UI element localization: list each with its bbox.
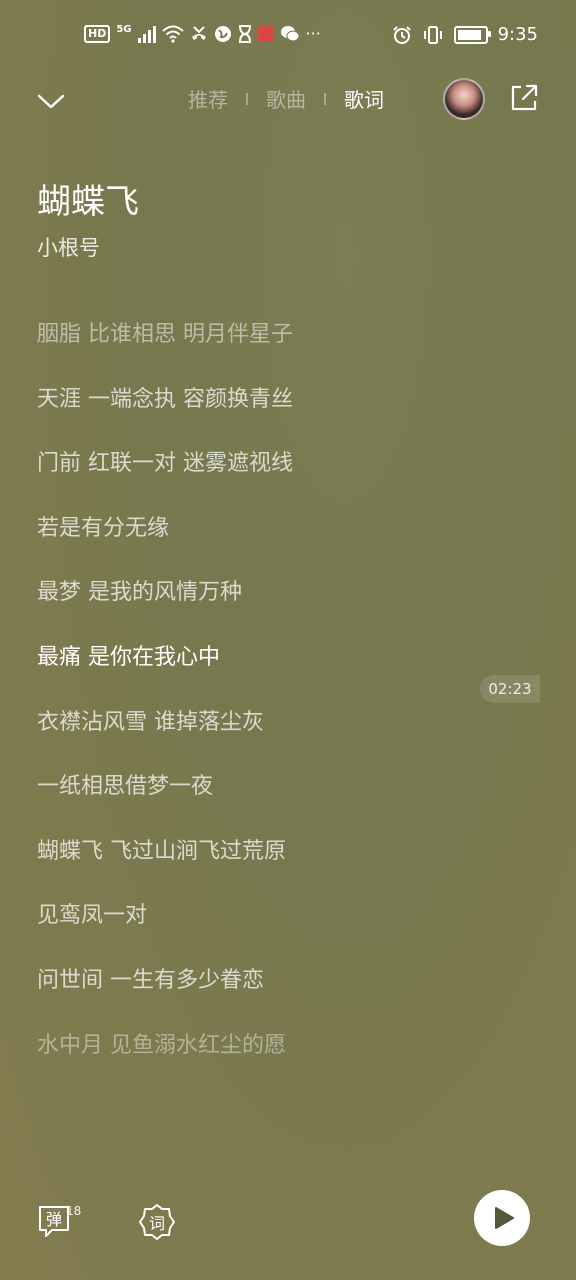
- chevron-down-icon[interactable]: [36, 86, 66, 116]
- lyric-line[interactable]: 最梦 是我的风情万种: [37, 576, 497, 641]
- lyric-line[interactable]: 水中月 见鱼溺水红尘的愿: [37, 1029, 497, 1094]
- lyric-line[interactable]: 问世间 一生有多少眷恋: [37, 964, 497, 1029]
- play-icon: [495, 1207, 514, 1229]
- alarm-icon: [392, 25, 411, 44]
- network-label: 5G: [116, 24, 132, 35]
- lyric-line[interactable]: 天涯 一端念执 容颜换青丝: [37, 383, 497, 448]
- lyric-line[interactable]: 若是有分无缘: [37, 512, 497, 577]
- hourglass-icon: [238, 24, 251, 43]
- danmu-count-badge: 18: [66, 1204, 82, 1218]
- globe-icon: [214, 25, 231, 42]
- tab-recommend[interactable]: 推荐: [188, 84, 228, 113]
- top-nav: 推荐 歌曲 歌词: [0, 72, 576, 128]
- lyric-line[interactable]: 胭脂 比谁相思 明月伴星子: [37, 318, 497, 383]
- tab-songs[interactable]: 歌曲: [266, 84, 306, 113]
- lyrics-list: 胭脂 比谁相思 明月伴星子 天涯 一端念执 容颜换青丝 门前 红联一对 迷雾遮视…: [37, 318, 497, 1093]
- status-right: 9:35: [392, 24, 538, 45]
- vibrate-icon: [423, 25, 442, 44]
- status-left: HD 5G ···: [84, 24, 321, 43]
- play-button[interactable]: [474, 1190, 530, 1246]
- missed-call-icon: [191, 25, 206, 40]
- current-time-badge[interactable]: 02:23: [480, 675, 540, 703]
- ci-label: 词: [148, 1214, 165, 1233]
- lyrics-style-button[interactable]: 词: [138, 1203, 176, 1241]
- signal-icon: [137, 25, 156, 43]
- share-icon[interactable]: [508, 82, 540, 114]
- lyric-line[interactable]: 见鸾凤一对: [37, 899, 497, 964]
- lyric-line-current[interactable]: 最痛 是你在我心中: [37, 641, 497, 706]
- more-notifications-icon: ···: [305, 24, 321, 43]
- tab-bar: 推荐 歌曲 歌词: [188, 84, 384, 113]
- battery-icon: [453, 25, 491, 44]
- status-time: 9:35: [497, 24, 538, 45]
- status-bar: HD 5G ··· 9:35: [0, 0, 576, 72]
- wifi-icon: [161, 25, 184, 43]
- lyric-line[interactable]: 衣襟沾风雪 谁掉落尘灰: [37, 706, 497, 771]
- wechat-icon: [280, 25, 300, 41]
- lyric-line[interactable]: 门前 红联一对 迷雾遮视线: [37, 447, 497, 512]
- lyric-line[interactable]: 蝴蝶飞 飞过山涧飞过荒原: [37, 835, 497, 900]
- tab-divider: [324, 92, 326, 105]
- singer-name[interactable]: 小根号: [37, 232, 100, 262]
- lyric-line[interactable]: 一纸相思借梦一夜: [37, 770, 497, 835]
- hd-icon: HD: [84, 24, 111, 43]
- avatar[interactable]: [443, 78, 485, 120]
- song-title: 蝴蝶飞: [37, 182, 139, 222]
- tab-divider: [246, 92, 248, 105]
- tab-lyrics[interactable]: 歌词: [344, 84, 384, 113]
- reader-app-icon: [257, 25, 274, 42]
